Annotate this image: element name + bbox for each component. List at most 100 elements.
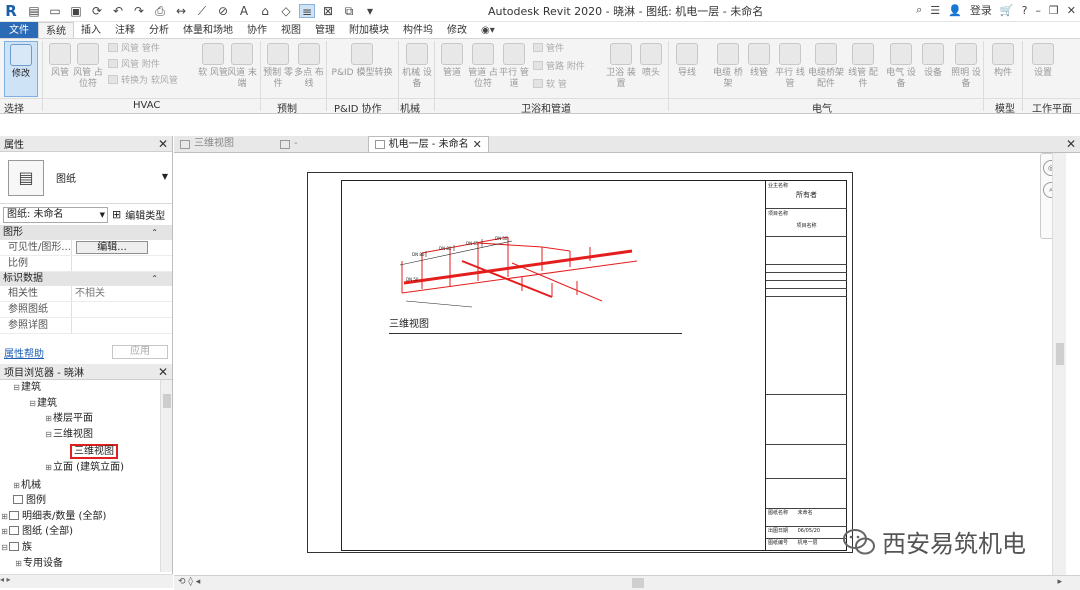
search-icon[interactable]: ⌕ <box>916 3 922 17</box>
pipe-accessory-button[interactable]: 管路 附件 <box>533 61 585 73</box>
undo-icon[interactable]: ↶ <box>110 4 126 18</box>
close-hidden-icon[interactable]: ⊠ <box>320 4 336 18</box>
component-button[interactable]: 构件 <box>986 41 1020 97</box>
lighting-fixture-button[interactable]: 照明 设备 <box>949 41 983 97</box>
tab-collaborate[interactable]: 协作 <box>240 22 274 38</box>
tree-node[interactable]: ⊞ 图纸 (全部) <box>0 524 160 540</box>
cable-tray-button[interactable]: 电缆 桥架 <box>711 41 745 97</box>
properties-help-link[interactable]: 属性帮助 <box>4 345 44 360</box>
tag-icon[interactable]: ⊘ <box>215 4 231 18</box>
visibility-graphics-edit-button[interactable]: 编辑... <box>76 241 148 254</box>
tab-insert[interactable]: 插入 <box>74 22 108 38</box>
section-icon[interactable]: ◇ <box>278 4 294 18</box>
3d-view-icon[interactable]: ⌂ <box>257 4 273 18</box>
tab-annotate[interactable]: 注释 <box>108 22 142 38</box>
close-window-icon[interactable]: ✕ <box>1067 4 1076 17</box>
dimension-icon[interactable]: ⟋ <box>194 4 210 18</box>
duct-placeholder-button[interactable]: 风管 占位符 <box>71 41 105 97</box>
close-tab-icon[interactable]: ✕ <box>473 137 482 153</box>
duct-accessory-button[interactable]: 风管 附件 <box>108 59 160 71</box>
text-icon[interactable]: A <box>236 4 252 18</box>
flex-pipe-button[interactable]: 软 管 <box>533 79 567 91</box>
apply-button[interactable]: 应用 <box>112 345 168 359</box>
duct-fitting-button[interactable]: 风管 管件 <box>108 43 160 55</box>
redo-icon[interactable]: ↷ <box>131 4 147 18</box>
tree-node[interactable]: ⊞ 明细表/数量 (全部) <box>0 509 160 525</box>
cart-icon[interactable]: 🛒 <box>1000 4 1014 17</box>
scroll-right-icon[interactable]: ▸ <box>1057 577 1062 587</box>
home-icon[interactable]: ▤ <box>26 4 42 18</box>
tab-modify[interactable]: 修改 <box>440 22 474 38</box>
conduit-fitting-button[interactable]: 线管 配件 <box>846 41 880 97</box>
save-icon[interactable]: ▣ <box>68 4 84 18</box>
parallel-pipes-button[interactable]: 平行 管道 <box>497 41 531 97</box>
group-graphics[interactable]: 图形 ⌃ <box>0 226 172 240</box>
tree-node[interactable]: ⊟建筑 <box>0 396 160 412</box>
revit-logo[interactable]: R <box>2 2 20 20</box>
plumbing-fixture-button[interactable]: 卫浴 装置 <box>604 41 638 97</box>
tab-manage[interactable]: 管理 <box>308 22 342 38</box>
tree-node[interactable]: ⊟三维视图 <box>0 427 160 443</box>
canvas-scrollbar[interactable] <box>1052 153 1066 575</box>
doc-tab-sheet[interactable]: 机电一层 - 未命名 ✕ <box>367 136 489 153</box>
tree-node[interactable]: ⊞机械 <box>0 478 160 494</box>
panel-select-label[interactable]: 选择 <box>4 100 24 115</box>
tree-node[interactable]: ⊞专用设备 <box>0 556 160 572</box>
panel-electrical-label[interactable]: 电气 <box>812 100 832 115</box>
panel-pid-label[interactable]: P&ID 协作 <box>334 100 382 115</box>
tab-massing[interactable]: 体量和场地 <box>176 22 240 38</box>
thin-lines-icon[interactable]: ≡ <box>299 3 315 19</box>
browser-horizontal-scrollbar[interactable]: ◂ ▸ <box>0 574 173 588</box>
panel-mechanical-label[interactable]: 机械 <box>400 100 420 115</box>
tree-node[interactable]: ⊟ 族 <box>0 540 160 556</box>
help-icon[interactable]: ? <box>1022 4 1028 17</box>
tab-addins[interactable]: 附加模块 <box>342 22 396 38</box>
pipe-placeholder-button[interactable]: 管道 占位符 <box>466 41 500 97</box>
tab-component-dock[interactable]: 构件坞 <box>396 22 440 38</box>
close-icon[interactable]: ✕ <box>158 137 168 151</box>
multi-point-routing-button[interactable]: 多点 布线 <box>292 41 326 97</box>
device-button[interactable]: 设备 <box>916 41 950 97</box>
modify-button[interactable]: 修改 <box>4 41 38 97</box>
conduit-button[interactable]: 线管 <box>742 41 776 97</box>
close-all-icon[interactable]: ✕ <box>1066 137 1076 151</box>
tab-file[interactable]: 文件 <box>0 22 38 38</box>
edit-type-button[interactable]: 编辑类型 <box>125 207 165 222</box>
ribbon-options-icon[interactable]: ◉▾ <box>474 22 502 38</box>
pid-convert-button[interactable]: P&ID 模型转换 <box>330 41 394 97</box>
print-icon[interactable]: ⎙ <box>152 4 168 18</box>
sprinkler-button[interactable]: 喷头 <box>634 41 668 97</box>
browser-scrollbar[interactable] <box>160 380 172 572</box>
tab-view[interactable]: 视图 <box>274 22 308 38</box>
cable-tray-fitting-button[interactable]: 电缆桥架 配件 <box>806 41 846 97</box>
switch-windows-icon[interactable]: ⧉ <box>341 4 357 18</box>
type-selector[interactable]: ▤ 图纸 ▼ <box>0 152 172 204</box>
3d-piping-viewport[interactable]: DN 80 DN 80 DN 65 DN 50 DN 50 <box>392 221 652 311</box>
tree-node[interactable]: ⊞楼层平面 <box>0 411 160 427</box>
sign-in-label[interactable]: 登录 <box>970 2 992 18</box>
open-icon[interactable]: ▭ <box>47 4 63 18</box>
close-icon[interactable]: ✕ <box>158 365 168 379</box>
tab-analyze[interactable]: 分析 <box>142 22 176 38</box>
set-workplane-button[interactable]: 设置 <box>1026 41 1060 97</box>
tab-systems[interactable]: 系统 <box>38 22 74 38</box>
doc-tab-other[interactable]: - <box>274 136 304 152</box>
wire-button[interactable]: 导线 <box>670 41 704 97</box>
group-identity-data[interactable]: 标识数据 ⌃ <box>0 272 172 286</box>
panel-plumbing-label[interactable]: 卫浴和管道 <box>521 100 571 115</box>
panel-fabrication-label[interactable]: 预制 <box>277 100 297 115</box>
tree-node[interactable]: ⊟建筑 <box>0 380 160 396</box>
tree-node[interactable]: 图例 <box>0 493 160 509</box>
chevron-down-icon[interactable]: ▼ <box>162 172 168 181</box>
user-icon[interactable]: 👤 <box>948 4 962 17</box>
pipe-button[interactable]: 管道 <box>435 41 469 97</box>
tree-node-selected-3d-view[interactable]: 三维视图 <box>0 444 160 460</box>
horizontal-scrollbar-thumb[interactable] <box>632 578 644 588</box>
fabrication-part-button[interactable]: 预制 零件 <box>261 41 295 97</box>
customize-qat-icon[interactable]: ▾ <box>362 4 378 18</box>
view-control-icon[interactable]: ⟲ ◊ ◂ <box>178 577 200 587</box>
measure-icon[interactable]: ↔ <box>173 4 189 18</box>
tree-node[interactable]: ⊞立面 (建筑立面) <box>0 460 160 476</box>
convert-flex-duct-button[interactable]: 转换为 软风管 <box>108 75 178 87</box>
pipe-fitting-button[interactable]: 管件 <box>533 43 564 55</box>
